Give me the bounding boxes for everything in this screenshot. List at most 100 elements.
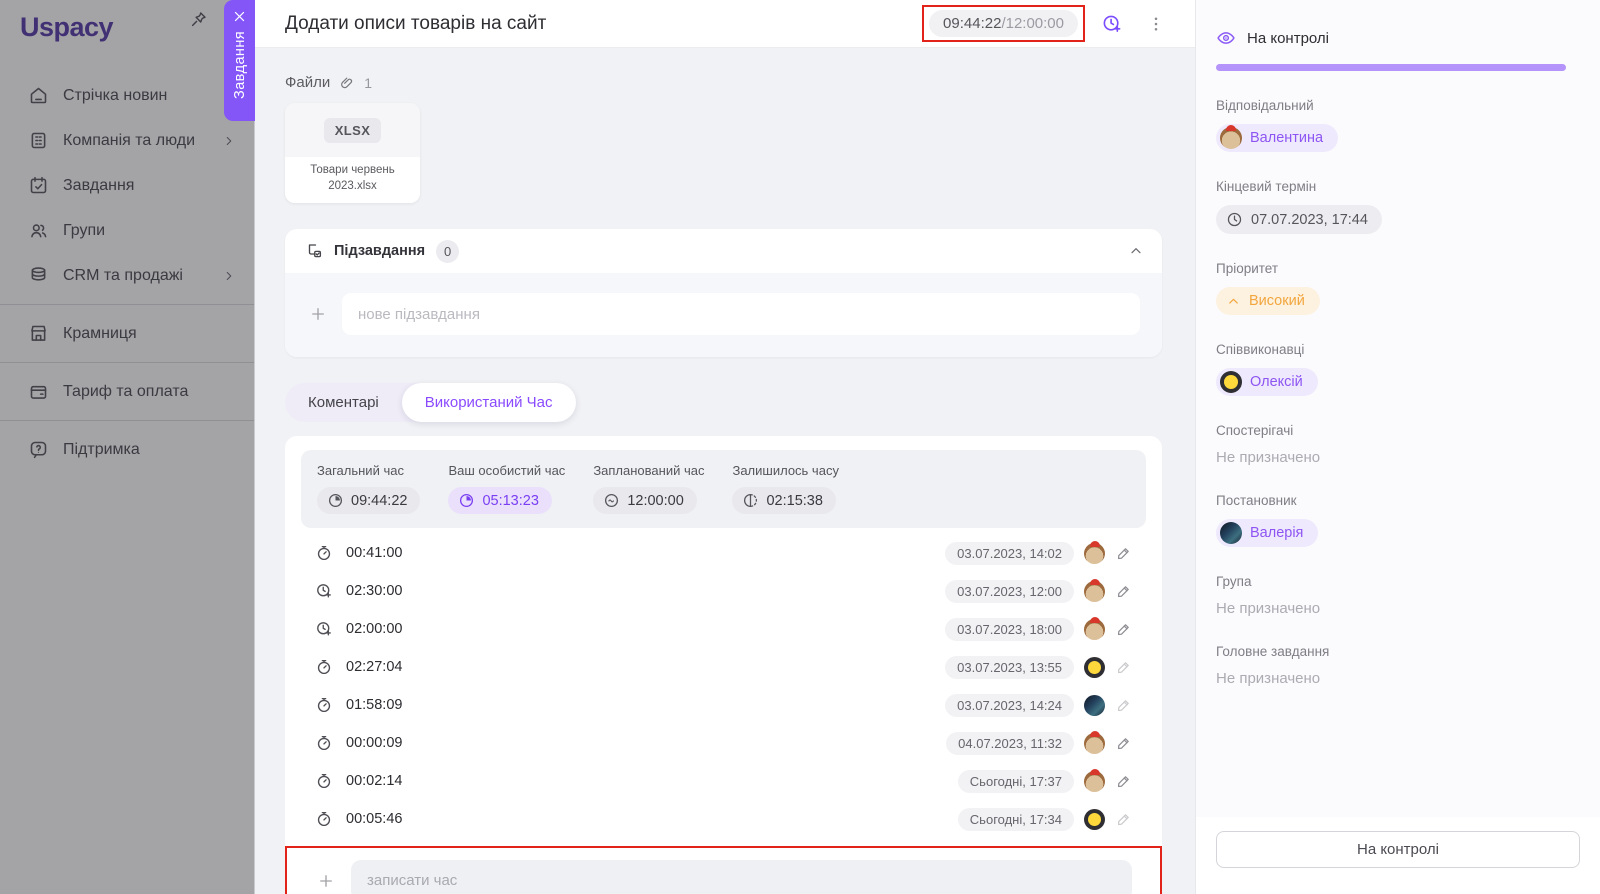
metric-value-pill: 05:13:23: [448, 487, 552, 515]
kebab-menu-icon[interactable]: [1147, 15, 1165, 33]
edit-pencil-icon[interactable]: [1116, 735, 1132, 751]
add-time-icon[interactable]: [1101, 13, 1123, 35]
page-title: Додати описи товарів на сайт: [285, 12, 547, 34]
field-group: Група Не призначено: [1216, 574, 1566, 617]
files-label: Файли: [285, 74, 331, 91]
metric-value: 02:15:38: [766, 492, 823, 509]
task-timer[interactable]: 09:44:22/12:00:00: [929, 10, 1078, 37]
time-entry-row: 01:58:09 03.07.2023, 14:24: [305, 686, 1140, 724]
time-entry-row: 00:00:09 04.07.2023, 11:32: [305, 724, 1140, 762]
empty-value-parent_task[interactable]: Не призначено: [1216, 670, 1320, 687]
edit-pencil-icon[interactable]: [1116, 697, 1132, 713]
task-details-sidebar: На контролі Відповідальний Валентина Кінце…: [1195, 0, 1600, 894]
entry-duration: 02:27:04: [346, 659, 403, 676]
metric-value: 05:13:23: [482, 492, 539, 509]
field-priority: Пріоритет Високий: [1216, 261, 1566, 315]
priority-value: Високий: [1249, 293, 1305, 309]
task-status[interactable]: На контролі: [1216, 28, 1566, 48]
priority-pill[interactable]: Високий: [1216, 287, 1320, 315]
time-log-card: Загальний час 09:44:22 Ваш особистий час 05…: [285, 436, 1162, 894]
avatar: [1084, 542, 1105, 564]
field-label: Відповідальний: [1216, 98, 1314, 113]
time-input-row-wrap: [285, 846, 1162, 894]
time-entries-list: 00:41:00 03.07.2023, 14:02 02:30:00 03.07.2…: [301, 528, 1146, 838]
edit-pencil-icon[interactable]: [1116, 773, 1132, 789]
clock-pie-icon: [458, 492, 475, 509]
metric-value-pill: 09:44:22: [317, 487, 421, 515]
status-progress-bar: [1216, 64, 1566, 71]
collapse-chevron-icon[interactable]: [1128, 243, 1144, 259]
log-time-input[interactable]: [351, 860, 1132, 894]
person-pill-responsible[interactable]: Валентина: [1216, 124, 1339, 152]
file-name: Товари червень 2023.xlsx: [285, 157, 420, 204]
field-coexecutors: Співвиконавці Олексій: [1216, 342, 1566, 396]
status-action-button[interactable]: На контролі: [1216, 831, 1580, 868]
subtasks-title: Підзавдання: [334, 243, 426, 260]
entry-date-badge: 03.07.2023, 14:24: [945, 693, 1074, 717]
edit-pencil-icon[interactable]: [1116, 811, 1132, 827]
file-type-area: XLSX: [285, 103, 420, 157]
task-detail-panel: Додати описи товарів на сайт 09:44:22/12…: [255, 0, 1195, 894]
edit-pencil-icon[interactable]: [1116, 583, 1132, 599]
clock-pie-icon: [327, 492, 344, 509]
add-time-plus-icon[interactable]: [317, 872, 335, 890]
person-pill-author[interactable]: Валерія: [1216, 519, 1319, 547]
metric-label: Залишилось часу: [732, 463, 839, 479]
deadline-value: 07.07.2023, 17:44: [1251, 211, 1368, 228]
avatar: [1084, 656, 1105, 678]
metric-label: Загальний час: [317, 463, 404, 479]
tab-comments[interactable]: Коментарі: [285, 383, 402, 422]
field-author: Постановник Валерія: [1216, 493, 1566, 547]
task-panel-tab[interactable]: Завдання: [224, 0, 255, 121]
clock-icon: [1226, 211, 1243, 228]
files-count: 1: [364, 74, 373, 91]
edit-pencil-icon[interactable]: [1116, 659, 1132, 675]
files-section-header: Файли 1: [285, 74, 1162, 91]
avatar: [1084, 694, 1105, 716]
stopwatch-icon: [315, 658, 333, 676]
entry-date-badge: Сьогодні, 17:37: [957, 769, 1074, 793]
clock-add-icon: [315, 620, 333, 638]
entry-date-badge: 03.07.2023, 14:02: [945, 541, 1074, 565]
time-summary: Загальний час 09:44:22 Ваш особистий час 05…: [301, 450, 1146, 529]
paperclip-icon: [339, 75, 355, 91]
person-name: Валентина: [1250, 130, 1324, 146]
edit-pencil-icon[interactable]: [1116, 621, 1132, 637]
timer-planned: /12:00:00: [1001, 15, 1064, 32]
new-subtask-input[interactable]: [342, 293, 1140, 336]
edit-pencil-icon[interactable]: [1116, 545, 1132, 561]
time-input-row: [285, 846, 1162, 894]
deadline-pill[interactable]: 07.07.2023, 17:44: [1216, 205, 1382, 234]
empty-value-group[interactable]: Не призначено: [1216, 600, 1320, 617]
empty-value-watchers[interactable]: Не призначено: [1216, 449, 1320, 466]
file-attachment-card[interactable]: XLSX Товари червень 2023.xlsx: [285, 103, 420, 204]
field-deadline: Кінцевий термін 07.07.2023, 17:44: [1216, 179, 1566, 234]
entry-date-badge: Сьогодні, 17:34: [957, 807, 1074, 831]
entry-date-badge: 03.07.2023, 18:00: [945, 617, 1074, 641]
subtasks-card: Підзавдання 0: [285, 229, 1162, 358]
task-tab-label: Завдання: [231, 31, 248, 99]
avatar: [1084, 732, 1105, 754]
person-name: Олексій: [1250, 374, 1303, 390]
add-subtask-plus-icon[interactable]: [309, 305, 327, 323]
field-label: Головне завдання: [1216, 644, 1330, 659]
time-entry-row: 00:05:46 Сьогодні, 17:34: [305, 800, 1140, 838]
metric-value: 12:00:00: [627, 492, 684, 509]
person-name: Валерія: [1250, 525, 1304, 541]
time-entry-row: 02:27:04 03.07.2023, 13:55: [305, 648, 1140, 686]
entry-duration: 02:30:00: [346, 583, 403, 600]
clock-wave-icon: [603, 492, 620, 509]
person-pill-coexecutors[interactable]: Олексій: [1216, 368, 1318, 396]
field-label: Співвиконавці: [1216, 342, 1305, 357]
avatar: [1084, 618, 1105, 640]
field-label: Група: [1216, 574, 1252, 589]
subtask-icon: [305, 242, 323, 260]
avatar: [1220, 522, 1242, 544]
tab-time-spent[interactable]: Використаний Час: [401, 383, 576, 423]
avatar: [1220, 371, 1242, 393]
annotation-box-timer: 09:44:22/12:00:00: [922, 5, 1085, 42]
subtasks-header: Підзавдання 0: [285, 229, 1162, 273]
metric-label: Запланований час: [593, 463, 705, 479]
clock-add-icon: [315, 582, 333, 600]
close-icon[interactable]: [232, 9, 247, 24]
